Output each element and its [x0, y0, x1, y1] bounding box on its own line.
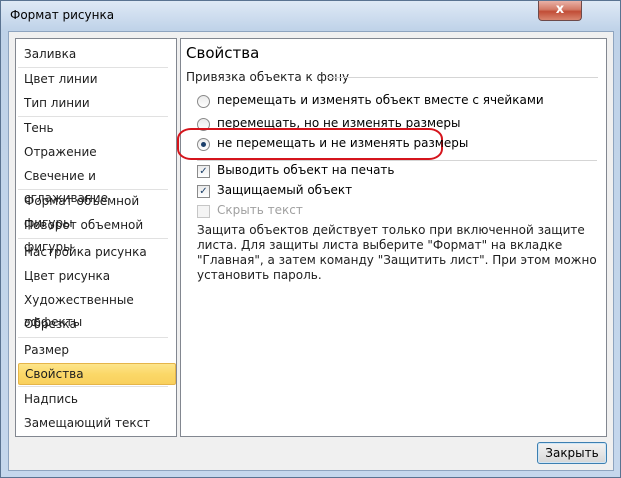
- checkbox-checked[interactable]: ✓: [197, 165, 210, 178]
- section-divider: [197, 160, 597, 161]
- nav-item-picture-color[interactable]: Цвет рисунка: [18, 265, 174, 287]
- nav-item-size[interactable]: Размер: [18, 339, 174, 361]
- close-icon: x: [555, 2, 565, 17]
- group-divider: [326, 77, 598, 78]
- nav-item-glow-soft-edges[interactable]: Свечение и сглаживание: [18, 165, 174, 205]
- checkbox-disabled: [197, 205, 210, 218]
- radio-button-selected[interactable]: [197, 138, 210, 151]
- window-title: Формат рисунка: [10, 8, 115, 22]
- radio-label: перемещать и изменять объект вместе с яч…: [217, 93, 544, 107]
- radio-label: не перемещать и не изменять размеры: [217, 136, 469, 150]
- radio-button[interactable]: [197, 95, 210, 108]
- nav-item-reflection[interactable]: Отражение: [18, 141, 174, 163]
- nav-item-alt-text[interactable]: Замещающий текст: [18, 412, 174, 434]
- panel-title: Свойства: [186, 44, 260, 62]
- nav-divider: [18, 337, 168, 338]
- format-picture-dialog: Формат рисунка x Заливка Цвет линии Тип …: [0, 0, 621, 478]
- nav-item-line-color[interactable]: Цвет линии: [18, 68, 174, 90]
- nav-item-3d-rotation[interactable]: Поворот объемной фигуры: [18, 214, 174, 254]
- nav-divider: [18, 238, 168, 239]
- nav-item-picture-corrections[interactable]: Настройка рисунка: [18, 241, 174, 263]
- nav-item-shadow[interactable]: Тень: [18, 117, 174, 139]
- nav-item-crop[interactable]: Обрезка: [18, 313, 174, 335]
- checkbox-label: Выводить объект на печать: [217, 163, 395, 177]
- close-button[interactable]: Закрыть: [537, 442, 607, 464]
- nav-item-fill[interactable]: Заливка: [18, 43, 174, 65]
- title-bar[interactable]: Формат рисунка x: [1, 1, 620, 31]
- properties-panel: Свойства Привязка объекта к фону перемещ…: [177, 38, 607, 437]
- nav-item-properties[interactable]: Свойства: [18, 363, 176, 385]
- checkbox-label: Защищаемый объект: [217, 183, 353, 197]
- nav-item-line-style[interactable]: Тип линии: [18, 92, 174, 114]
- checkbox-checked[interactable]: ✓: [197, 185, 210, 198]
- dialog-client-area: Заливка Цвет линии Тип линии Тень Отраже…: [8, 31, 614, 471]
- window-close-button[interactable]: x: [538, 1, 582, 21]
- nav-item-text-box[interactable]: Надпись: [18, 388, 174, 410]
- protection-info-text: Защита объектов действует только при вкл…: [197, 223, 597, 282]
- nav-divider: [18, 386, 168, 387]
- anchor-group-label: Привязка объекта к фону: [186, 70, 350, 84]
- checkbox-label: Скрыть текст: [217, 203, 303, 217]
- nav-item-artistic-effects[interactable]: Художественные эффекты: [18, 289, 174, 329]
- category-list: Заливка Цвет линии Тип линии Тень Отраже…: [15, 38, 177, 437]
- nav-item-3d-format[interactable]: Формат объемной фигуры: [18, 190, 174, 230]
